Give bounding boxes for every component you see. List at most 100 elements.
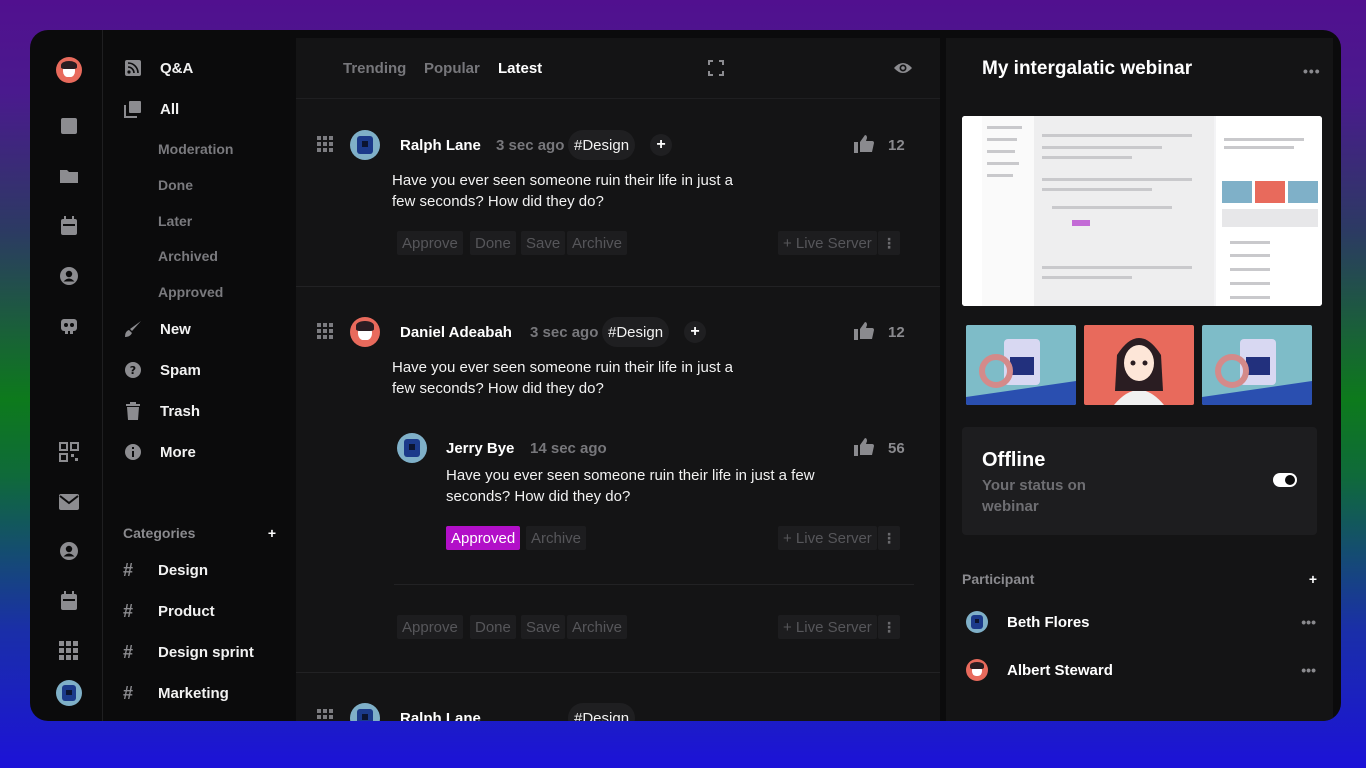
copy-icon — [123, 99, 143, 119]
add-tag-button[interactable]: + — [684, 321, 706, 343]
approve-button[interactable]: Approve — [397, 615, 463, 639]
archive-button[interactable]: Archive — [567, 231, 628, 255]
post-author[interactable]: Daniel Adeabah — [400, 324, 512, 341]
participants-label: Participant — [962, 571, 1035, 587]
add-participant-button[interactable]: + — [1309, 571, 1317, 587]
svg-text:?: ? — [130, 364, 136, 377]
reply-time: 14 sec ago — [530, 440, 607, 457]
archive-button[interactable]: Archive — [526, 526, 587, 550]
category-design-sprint[interactable]: # Design sprint — [123, 642, 254, 663]
app-window: Q&A All Moderation Done Later Archived A… — [30, 30, 1341, 721]
user-avatar[interactable] — [56, 57, 82, 83]
participant-menu-icon[interactable]: ••• — [1301, 614, 1316, 630]
participant-name: Beth Flores — [1007, 613, 1090, 631]
post-tag[interactable]: #Design — [568, 703, 636, 721]
participant-menu-icon[interactable]: ••• — [1301, 662, 1316, 678]
avatar — [350, 703, 380, 721]
square-icon[interactable] — [57, 114, 81, 138]
like-icon[interactable] — [854, 322, 874, 342]
tab-trending[interactable]: Trending — [343, 60, 406, 77]
drag-handle-icon[interactable] — [317, 323, 333, 339]
participant-name: Albert Steward — [1007, 661, 1113, 679]
done-button[interactable]: Done — [470, 615, 516, 639]
nav-trash[interactable]: Trash — [123, 401, 200, 421]
nav-sub-archived[interactable]: Archived — [158, 248, 218, 264]
eye-icon[interactable] — [893, 60, 913, 76]
thumbnail-image[interactable] — [1202, 325, 1312, 405]
status-toggle[interactable] — [1273, 473, 1297, 487]
fullscreen-icon[interactable] — [708, 60, 724, 76]
profile-avatar[interactable] — [56, 680, 82, 706]
approve-button[interactable]: Approve — [397, 231, 463, 255]
qr-code-icon[interactable] — [57, 440, 81, 464]
post-time: 3 sec ago — [496, 137, 565, 154]
nav-sub-moderation[interactable]: Moderation — [158, 141, 233, 157]
tab-popular[interactable]: Popular — [424, 60, 480, 77]
account-circle-icon[interactable] — [57, 539, 81, 563]
archive-button[interactable]: Archive — [567, 615, 628, 639]
add-tag-button[interactable]: + — [650, 134, 672, 156]
post-time: 3 sec ago — [530, 324, 599, 341]
calendar-icon[interactable] — [57, 589, 81, 613]
done-button[interactable]: Done — [470, 231, 516, 255]
drag-handle-icon[interactable] — [317, 136, 333, 152]
more-options-icon[interactable]: ⋮ — [878, 526, 900, 550]
nav-sub-approved[interactable]: Approved — [158, 284, 223, 300]
reply-author[interactable]: Jerry Bye — [446, 440, 514, 457]
account-circle-icon[interactable] — [57, 264, 81, 288]
webinar-screen-preview[interactable] — [962, 116, 1322, 306]
category-marketing[interactable]: # Marketing — [123, 683, 229, 704]
mail-icon[interactable] — [57, 490, 81, 514]
status-card: Offline Your status on webinar — [962, 427, 1317, 535]
live-server-button[interactable]: + Live Server — [778, 526, 877, 550]
status-subtitle: Your status on webinar — [982, 477, 1086, 515]
nav-qa[interactable]: Q&A — [123, 58, 193, 78]
folder-icon[interactable] — [57, 164, 81, 188]
save-button[interactable]: Save — [521, 615, 566, 639]
nav-sub-done[interactable]: Done — [158, 177, 193, 193]
nav-qa-label: Q&A — [160, 59, 194, 77]
participants-header: Participant + — [962, 571, 1317, 587]
nav-spam[interactable]: ? Spam — [123, 360, 201, 380]
participant-row[interactable]: Albert Steward ••• — [966, 659, 1316, 681]
drag-handle-icon[interactable] — [317, 709, 333, 721]
menu-dots-icon[interactable]: ••• — [1303, 63, 1321, 79]
live-server-button[interactable]: + Live Server — [778, 231, 877, 255]
more-options-icon[interactable]: ⋮ — [878, 615, 900, 639]
nav-new[interactable]: New — [123, 319, 191, 339]
feed-tabs: Trending Popular Latest — [296, 38, 940, 99]
post-body: Have you ever seen someone ruin their li… — [392, 359, 734, 397]
save-button[interactable]: Save — [521, 231, 566, 255]
thumbnail-image[interactable] — [966, 325, 1076, 405]
post-author[interactable]: Ralph Lane — [400, 137, 481, 154]
apps-grid-icon[interactable] — [57, 639, 81, 663]
nav-more[interactable]: More — [123, 442, 196, 462]
more-options-icon[interactable]: ⋮ — [878, 231, 900, 255]
post-tag[interactable]: #Design — [568, 130, 636, 160]
thumbnail-image[interactable] — [1084, 325, 1194, 405]
help-icon: ? — [123, 360, 143, 380]
bot-icon[interactable] — [57, 314, 81, 338]
nav-sub-later[interactable]: Later — [158, 213, 192, 229]
calendar-icon[interactable] — [57, 214, 81, 238]
hash-icon: # — [123, 601, 134, 621]
trash-icon — [123, 401, 143, 421]
live-server-button[interactable]: + Live Server — [778, 615, 877, 639]
post-body: Have you ever seen someone ruin their li… — [392, 172, 734, 210]
post-author[interactable]: Ralph Lane — [400, 710, 481, 721]
feed-panel: Trending Popular Latest Ralph Lane 3 sec… — [296, 38, 940, 721]
like-icon[interactable] — [854, 438, 874, 458]
like-icon[interactable] — [854, 135, 874, 155]
participant-row[interactable]: Beth Flores ••• — [966, 611, 1316, 633]
tab-latest[interactable]: Latest — [498, 60, 542, 77]
add-category-button[interactable]: + — [268, 525, 276, 541]
post-card: Ralph Lane #Design — [296, 673, 940, 721]
nav-all[interactable]: All — [123, 99, 179, 119]
category-design[interactable]: # Design — [123, 560, 208, 581]
categories-header: Categories + — [123, 525, 276, 541]
post-tag[interactable]: #Design — [602, 317, 670, 347]
post-card: Ralph Lane 3 sec ago #Design + 12 Have y… — [296, 100, 940, 287]
approved-badge[interactable]: Approved — [446, 526, 521, 550]
reply-card: Jerry Bye 14 sec ago 56 Have you ever se… — [394, 429, 914, 585]
category-product[interactable]: # Product — [123, 601, 215, 622]
